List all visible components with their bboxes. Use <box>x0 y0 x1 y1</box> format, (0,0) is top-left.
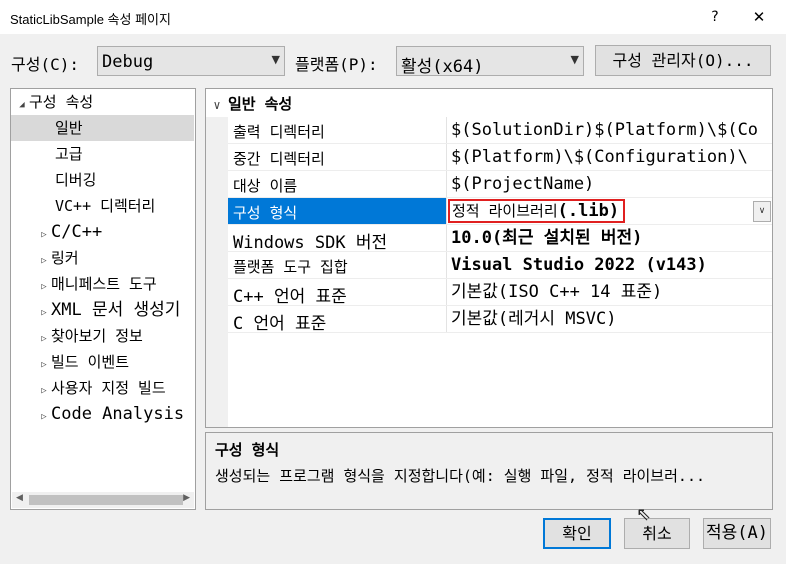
tree-item-code-analysis[interactable]: ▷ Code Analysis <box>37 401 184 427</box>
property-value[interactable]: $(ProjectName) <box>446 171 772 197</box>
category-general-properties[interactable]: ∨ 일반 속성 <box>206 91 772 117</box>
mouse-cursor-icon: ⇖ <box>636 504 652 525</box>
tree-item-manifest-tool[interactable]: ▷ 매니페스트 도구 <box>37 271 156 297</box>
tree-item-vc-directories[interactable]: VC++ 디렉터리 <box>55 193 155 219</box>
property-row-output-directory[interactable]: 출력 디렉터리 $(SolutionDir)$(Platform)\$(Co <box>228 117 772 144</box>
property-grid[interactable]: ∨ 일반 속성 출력 디렉터리 $(SolutionDir)$(Platform)… <box>205 88 773 428</box>
configuration-value: Debug <box>102 52 154 72</box>
tree-item-c-cpp[interactable]: ▷ C/C++ <box>37 219 102 245</box>
property-row-target-name[interactable]: 대상 이름 $(ProjectName) <box>228 171 772 198</box>
help-button[interactable]: ? <box>700 4 730 30</box>
description-panel: 구성 형식 생성되는 프로그램 형식을 지정합니다(예: 실행 파일, 정적 라… <box>205 432 773 510</box>
configuration-combo[interactable]: Debug ▼ <box>97 46 285 76</box>
window-title: StaticLibSample 속성 페이지 <box>10 12 171 27</box>
apply-button[interactable]: 적용(A) <box>703 518 771 549</box>
highlight-box: 정적 라이브러리(.lib) <box>448 199 626 223</box>
property-row-configuration-type[interactable]: 구성 형식 정적 라이브러리(.lib) ∨ <box>228 198 772 225</box>
tree-item-xml-document-generator[interactable]: ▷ XML 문서 생성기 <box>37 297 180 323</box>
tree-item-build-events[interactable]: ▷ 빌드 이벤트 <box>37 349 129 375</box>
property-value[interactable]: 10.0(최근 설치된 버전) <box>446 225 772 251</box>
chevron-down-icon: ▼ <box>271 53 280 66</box>
dropdown-arrow-icon[interactable]: ∨ <box>753 201 771 222</box>
close-button[interactable]: ✕ <box>744 4 774 30</box>
ok-button[interactable]: 확인 <box>543 518 611 549</box>
platform-value: 활성(x64) <box>401 57 484 77</box>
property-row-cpp-language-standard[interactable]: C++ 언어 표준 기본값(ISO C++ 14 표준) <box>228 279 772 307</box>
property-row-c-language-standard[interactable]: C 언어 표준 기본값(레거시 MSVC) <box>228 306 772 334</box>
tree-item-debugging[interactable]: 디버깅 <box>55 167 96 193</box>
scrollbar-thumb[interactable] <box>29 495 183 505</box>
scroll-right-icon[interactable]: ▶ <box>183 493 190 503</box>
chevron-down-icon: ▼ <box>570 53 579 66</box>
property-row-intermediate-directory[interactable]: 중간 디렉터리 $(Platform)\$(Configuration)\ <box>228 144 772 171</box>
grid-gutter <box>206 117 228 427</box>
property-value[interactable]: 정적 라이브러리(.lib) <box>446 198 772 224</box>
property-tree[interactable]: ◢ 구성 속성 일반 고급 디버깅 VC++ 디렉터리 ▷ C/C++ ▷ 링커 ▷ 매… <box>10 88 196 510</box>
property-value[interactable]: $(SolutionDir)$(Platform)\$(Co <box>446 117 772 143</box>
platform-combo[interactable]: 활성(x64) ▼ <box>396 46 584 77</box>
cancel-button[interactable]: 취소 <box>624 518 690 549</box>
chevron-down-icon[interactable]: ∨ <box>206 92 228 118</box>
scroll-left-icon[interactable]: ◀ <box>16 493 23 503</box>
description-title: 구성 형식 <box>215 441 280 459</box>
property-value[interactable]: Visual Studio 2022 (v143) <box>446 252 772 278</box>
description-text: 생성되는 프로그램 형식을 지정합니다(예: 실행 파일, 정적 라이브러... <box>215 467 706 485</box>
configuration-manager-button[interactable]: 구성 관리자(O)... <box>595 45 771 76</box>
property-value[interactable]: 기본값(레거시 MSVC) <box>446 306 772 332</box>
tree-item-configuration-properties[interactable]: ◢ 구성 속성 <box>15 89 195 115</box>
configuration-label: 구성(C): <box>11 55 79 74</box>
tree-item-linker[interactable]: ▷ 링커 <box>37 245 78 271</box>
tree-item-general[interactable]: 일반 <box>11 115 194 141</box>
property-value[interactable]: 기본값(ISO C++ 14 표준) <box>446 279 772 305</box>
property-row-windows-sdk-version[interactable]: Windows SDK 버전 10.0(최근 설치된 버전) <box>228 225 772 253</box>
collapsed-arrow-icon[interactable]: ▷ <box>37 404 51 430</box>
tree-item-advanced[interactable]: 고급 <box>55 141 83 167</box>
property-value[interactable]: $(Platform)\$(Configuration)\ <box>446 144 772 170</box>
tree-item-browse-information[interactable]: ▷ 찾아보기 정보 <box>37 323 143 349</box>
tree-item-custom-build[interactable]: ▷ 사용자 지정 빌드 <box>37 375 165 401</box>
platform-label: 플랫폼(P): <box>295 55 378 74</box>
property-row-platform-toolset[interactable]: 플랫폼 도구 집합 Visual Studio 2022 (v143) <box>228 252 772 279</box>
title-bar: StaticLibSample 속성 페이지 ? ✕ <box>0 0 786 34</box>
tree-horizontal-scrollbar[interactable]: ◀ ▶ <box>12 492 194 508</box>
